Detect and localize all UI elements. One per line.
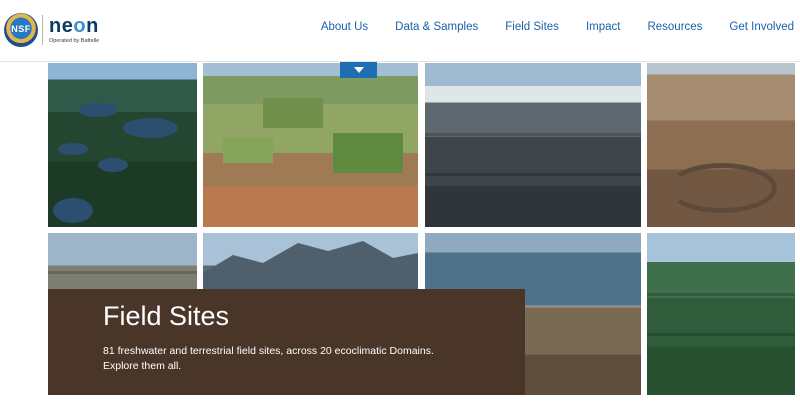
field-sites-card[interactable]: Field Sites 81 freshwater and terrestria… [48, 289, 525, 395]
nav-field-sites[interactable]: Field Sites [505, 21, 559, 33]
main-nav: About Us Data & Samples Field Sites Impa… [294, 21, 794, 33]
neon-wordmark: neon Operated by Battelle [49, 16, 99, 44]
scroll-down-tab[interactable] [340, 62, 377, 78]
logo-tagline: Operated by Battelle [49, 38, 100, 44]
green-ridges-photo [647, 233, 795, 395]
nav-data-samples[interactable]: Data & Samples [395, 21, 478, 33]
logo-divider [42, 15, 43, 45]
canyon-river-photo [647, 63, 795, 227]
card-description: 81 freshwater and terrestrial field site… [103, 344, 503, 374]
farmland-photo [203, 63, 418, 227]
card-title: Field Sites [103, 301, 230, 331]
nav-about-us[interactable]: About Us [321, 21, 368, 33]
chevron-down-icon [353, 67, 364, 73]
nsf-seal-text: NSF [11, 24, 31, 34]
nav-get-involved[interactable]: Get Involved [729, 21, 794, 33]
nav-impact[interactable]: Impact [586, 21, 621, 33]
nsf-seal-logo: NSF [4, 13, 38, 47]
wordmark-part-2: o [73, 15, 87, 37]
wordmark-part-3: n [86, 15, 99, 37]
card-description-line-1: 81 freshwater and terrestrial field site… [103, 345, 434, 357]
site-header: NSF neon Operated by Battelle About Us D… [0, 0, 800, 62]
forest-lakes-photo [48, 63, 197, 227]
nav-resources[interactable]: Resources [647, 21, 702, 33]
card-description-line-2: Explore them all. [103, 360, 182, 372]
site-logo[interactable]: NSF neon Operated by Battelle [4, 12, 99, 48]
wordmark-part-1: ne [49, 15, 74, 37]
snowy-mountains-photo [425, 63, 641, 227]
